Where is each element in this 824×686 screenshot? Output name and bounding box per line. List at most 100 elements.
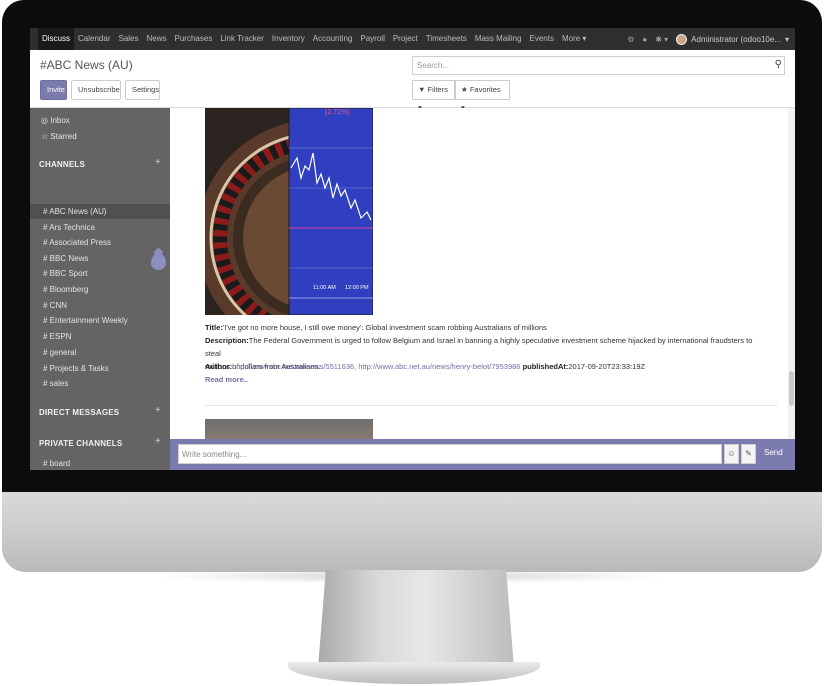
image-time-1: 11:00 AM: [313, 285, 336, 291]
search-icon[interactable]: ⚲: [775, 59, 782, 70]
channel-label: general: [49, 348, 77, 357]
filter-icon: ▼: [418, 85, 426, 94]
page-title: #ABC News (AU): [40, 58, 133, 72]
channel-label: board: [49, 459, 71, 468]
image-time-2: 12:00 PM: [345, 285, 369, 291]
menu-payroll[interactable]: Payroll: [356, 28, 388, 50]
add-direct-message-icon[interactable]: +: [155, 405, 161, 416]
filters-button[interactable]: ▼ Filters ▾: [412, 80, 455, 112]
top-navbar: Discuss Calendar Sales News Purchases Li…: [30, 28, 795, 50]
author-label: Author:: [205, 362, 233, 371]
sidebar-item-sales[interactable]: # sales: [30, 376, 170, 391]
menu-calendar[interactable]: Calendar: [74, 28, 114, 50]
channel-label: Bloomberg: [49, 285, 89, 294]
channel-label: Associated Press: [49, 238, 112, 247]
menu-news[interactable]: News: [143, 28, 171, 50]
published-label: publishedAt:: [522, 362, 569, 371]
published-value: 2017-09-20T23:33:19Z: [568, 362, 646, 371]
description-line-1: The Federal Government is urged to follo…: [205, 336, 753, 358]
menu-mass-mailing[interactable]: Mass Mailing: [471, 28, 526, 50]
sidebar-item-label: Inbox: [50, 116, 70, 125]
attachment-icon[interactable]: ✎: [741, 444, 756, 464]
channel-label: sales: [49, 379, 69, 388]
menu-discuss[interactable]: Discuss: [38, 28, 75, 50]
menu-accounting[interactable]: Accounting: [309, 28, 357, 50]
sidebar-item-projects-tasks[interactable]: # Projects & Tasks: [30, 361, 170, 376]
monitor-chin: [2, 492, 822, 572]
channel-label: ABC News (AU): [49, 207, 107, 216]
menu-sales[interactable]: Sales: [114, 28, 142, 50]
sidebar-item-starred[interactable]: ☆ Starred: [41, 132, 77, 141]
menu-timesheets[interactable]: Timesheets: [422, 28, 471, 50]
article-image[interactable]: 11:00 AM 12:00 PM (2.71%): [205, 108, 373, 315]
message-input[interactable]: Write something...: [178, 444, 722, 464]
user-name: Administrator (odoo10e...: [691, 34, 781, 44]
debug-icon[interactable]: ✱ ▾: [655, 35, 668, 44]
menu-inventory[interactable]: Inventory: [268, 28, 309, 50]
menu-link-tracker[interactable]: Link Tracker: [216, 28, 268, 50]
sidebar-item-bbc-sport[interactable]: # BBC Sport: [30, 266, 170, 281]
read-more-link[interactable]: Read more..: [205, 373, 248, 386]
monitor-stand-base: [288, 662, 540, 684]
search-placeholder: Search...: [417, 61, 450, 70]
channel-label: BBC News: [49, 254, 89, 263]
unsubscribe-button[interactable]: Unsubscribe: [71, 80, 121, 100]
favorites-button[interactable]: ★ Favorites ▾: [455, 80, 510, 112]
title-value: 'I've got no more house, I still owe mon…: [222, 323, 547, 332]
sidebar-item-bbc-news[interactable]: # BBC News: [30, 251, 170, 266]
star-outline-icon: ☆: [41, 132, 49, 141]
sidebar-item-label: Starred: [50, 132, 77, 141]
channel-label: Entertainment Weekly: [49, 316, 128, 325]
article-title: Title:'I've got no more house, I still o…: [205, 321, 547, 334]
avatar: [676, 33, 688, 45]
add-private-channel-icon[interactable]: +: [155, 436, 161, 447]
sidebar-item-ars-technica[interactable]: # Ars Technica: [30, 220, 170, 235]
chevron-down-icon: ▾: [784, 34, 789, 44]
message-separator: [205, 405, 778, 406]
menu-events[interactable]: Events: [526, 28, 558, 50]
author-links[interactable]: http://www.abc.net.au/news/5511636, http…: [232, 362, 520, 371]
sidebar-item-espn[interactable]: # ESPN: [30, 329, 170, 344]
invite-button[interactable]: Invite: [40, 80, 67, 100]
cursor-drop-icon: [151, 253, 166, 270]
scrollbar-thumb[interactable]: [789, 371, 794, 406]
sidebar-item-general[interactable]: # general: [30, 345, 170, 360]
menu-project[interactable]: Project: [389, 28, 422, 50]
sidebar-item-bloomberg[interactable]: # Bloomberg: [30, 282, 170, 297]
bug-icon[interactable]: ⚙: [627, 35, 634, 44]
next-article-image[interactable]: [205, 419, 373, 439]
emoji-icon[interactable]: ☺: [724, 444, 739, 464]
channel-label: BBC Sport: [49, 269, 88, 278]
add-channel-icon[interactable]: +: [155, 157, 161, 168]
title-label: Title:: [205, 323, 223, 332]
menu-purchases[interactable]: Purchases: [171, 28, 217, 50]
article-author: Author:http://www.abc.net.au/news/551163…: [205, 360, 645, 373]
chat-icon[interactable]: ●: [642, 35, 647, 44]
sidebar-item-associated-press[interactable]: # Associated Press: [30, 235, 170, 250]
monitor-stand-neck: [318, 570, 514, 668]
sidebar-item-board[interactable]: # board: [30, 456, 170, 470]
message-placeholder: Write something...: [182, 450, 247, 459]
discuss-sidebar: ◎ Inbox ☆ Starred CHANNELS + # ABC News …: [30, 108, 170, 470]
channels-heading[interactable]: CHANNELS: [39, 160, 85, 169]
sidebar-item-inbox[interactable]: ◎ Inbox: [41, 116, 70, 125]
user-menu[interactable]: Administrator (odoo10e... ▾: [676, 33, 789, 45]
star-icon: ★: [461, 85, 468, 94]
menu-more[interactable]: More ▾: [558, 28, 590, 50]
description-label: Description:: [205, 336, 249, 345]
search-input[interactable]: Search... ⚲: [412, 56, 785, 75]
settings-button[interactable]: Settings: [125, 80, 160, 100]
control-panel: #ABC News (AU) Invite Unsubscribe Settin…: [30, 50, 795, 112]
channel-label: ESPN: [49, 332, 72, 341]
channel-label: CNN: [49, 301, 68, 310]
sidebar-item-entertainment-weekly[interactable]: # Entertainment Weekly: [30, 313, 170, 328]
inbox-icon: ◎: [41, 116, 48, 125]
channel-label: Ars Technica: [49, 223, 95, 232]
sidebar-item-cnn[interactable]: # CNN: [30, 298, 170, 313]
sidebar-item-abc-news-au[interactable]: # ABC News (AU): [30, 204, 170, 219]
private-channels-heading[interactable]: PRIVATE CHANNELS: [39, 439, 122, 448]
roulette-chart-picture: 11:00 AM 12:00 PM (2.71%): [205, 108, 373, 315]
send-button[interactable]: Send: [764, 448, 783, 457]
direct-messages-heading[interactable]: DIRECT MESSAGES: [39, 408, 119, 417]
message-thread: 11:00 AM 12:00 PM (2.71%) Title:'I've go…: [170, 108, 795, 439]
